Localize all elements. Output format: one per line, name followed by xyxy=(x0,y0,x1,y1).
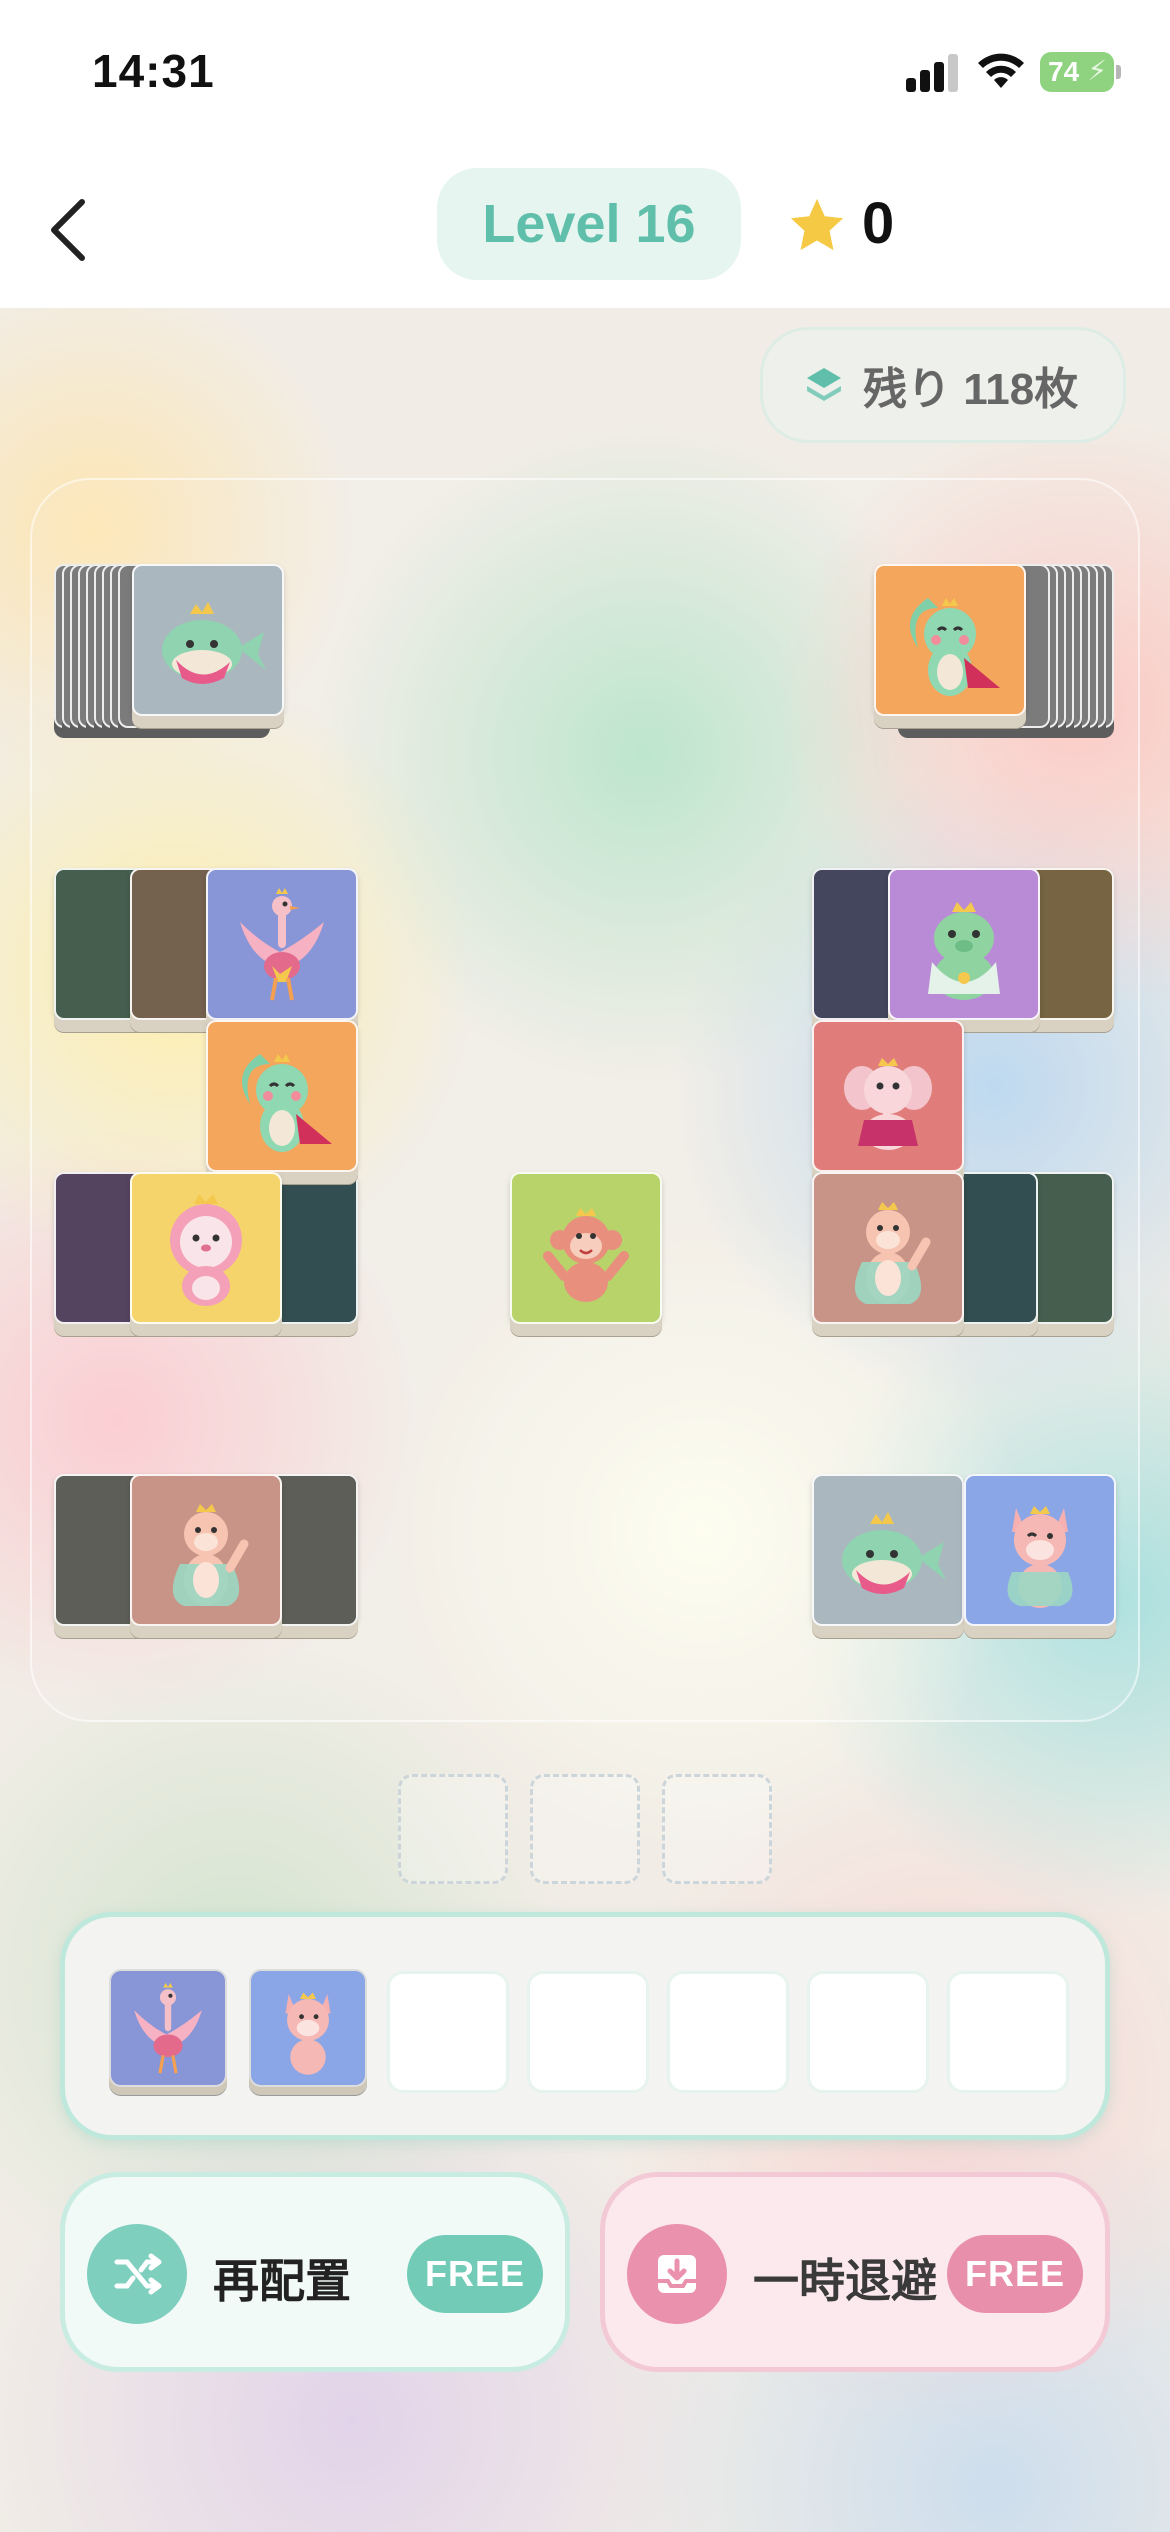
stash-icon xyxy=(627,2224,727,2324)
matching-tray xyxy=(60,1912,1110,2140)
back-button[interactable] xyxy=(38,192,98,268)
tray-slot-empty xyxy=(387,1971,509,2093)
cellular-signal-icon xyxy=(906,52,960,92)
ostrich-icon xyxy=(240,888,324,1001)
whale-icon xyxy=(162,602,266,684)
shuffle-button[interactable]: 再配置 FREE xyxy=(60,2172,570,2372)
tile-ostrich[interactable] xyxy=(206,868,358,1032)
tile-whale[interactable] xyxy=(812,1474,964,1638)
fox-icon xyxy=(1007,1506,1073,1608)
capybara-icon xyxy=(928,902,1000,1000)
remaining-tiles-label: 残り 118枚 xyxy=(863,365,1079,414)
elephant-icon xyxy=(844,1058,932,1150)
shuffle-free-badge: FREE xyxy=(407,2235,543,2313)
temp-slot xyxy=(662,1774,772,1884)
tile-otter[interactable] xyxy=(130,1474,282,1638)
game-header: Level 16 0 xyxy=(0,150,1170,308)
chevron-left-icon xyxy=(51,199,85,261)
lion-icon xyxy=(170,1194,242,1306)
wifi-icon xyxy=(978,53,1024,88)
tray-slot-empty xyxy=(667,1971,789,2093)
shuffle-icon xyxy=(87,2224,187,2324)
star-icon xyxy=(790,198,844,251)
temp-slot xyxy=(398,1774,508,1884)
tile-squirrel[interactable] xyxy=(874,564,1026,728)
level-indicator: Level 16 xyxy=(437,168,741,280)
otter-icon xyxy=(854,1202,931,1304)
battery-level: 74 xyxy=(1048,56,1080,87)
remaining-tiles-badge: 残り 118枚 xyxy=(760,327,1126,443)
stash-button[interactable]: 一時退避 FREE xyxy=(600,2172,1110,2372)
tray-slot-empty xyxy=(947,1971,1069,2093)
squirrel-icon xyxy=(910,598,1000,696)
status-bar: 14:31 74 ⚡ xyxy=(0,0,1170,150)
squirrel-icon xyxy=(242,1054,332,1152)
stash-label: 一時退避 xyxy=(753,2255,937,2307)
battery-indicator: 74 ⚡ xyxy=(1040,52,1121,92)
tile-lion[interactable] xyxy=(130,1172,282,1336)
tile-elephant[interactable] xyxy=(812,1020,964,1184)
tray-tile-ostrich xyxy=(109,1969,227,2087)
temp-slot xyxy=(530,1774,640,1884)
tray-tile-fox xyxy=(249,1969,367,2087)
tile-otter[interactable] xyxy=(812,1172,964,1336)
tray-slot-empty xyxy=(807,1971,929,2093)
tile-squirrel[interactable] xyxy=(206,1020,358,1184)
monkey-icon xyxy=(543,1208,629,1302)
tray-slot-empty xyxy=(527,1971,649,2093)
otter-icon xyxy=(172,1504,249,1606)
ostrich-icon xyxy=(134,1982,202,2074)
tile-fox[interactable] xyxy=(964,1474,1116,1638)
tile-whale[interactable] xyxy=(132,564,284,728)
tile-monkey[interactable] xyxy=(510,1172,662,1336)
layers-icon xyxy=(807,368,841,401)
tile-capybara[interactable] xyxy=(888,868,1040,1032)
stash-free-badge: FREE xyxy=(947,2235,1083,2313)
charging-bolt-icon: ⚡ xyxy=(1087,55,1107,86)
whale-icon xyxy=(842,1512,946,1594)
status-time: 14:31 xyxy=(92,45,215,97)
star-count: 0 xyxy=(862,191,895,256)
fox-icon xyxy=(285,1992,331,2075)
shuffle-label: 再配置 xyxy=(213,2255,351,2307)
